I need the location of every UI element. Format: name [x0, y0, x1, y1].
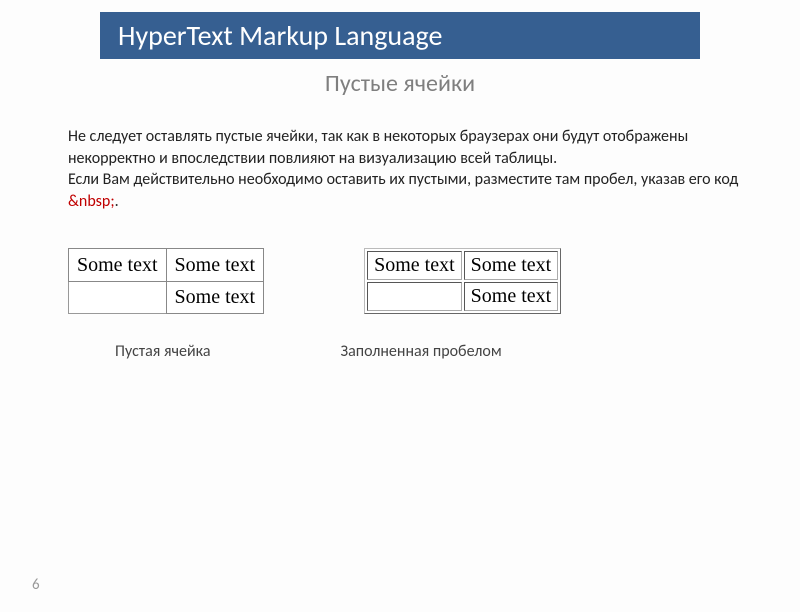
paragraph-line1: Не следует оставлять пустые ячейки, так …	[68, 127, 688, 168]
cell: Some text	[464, 251, 559, 280]
caption-left: Пустая ячейка	[115, 342, 211, 361]
slide-subtitle: Пустые ячейки	[0, 69, 800, 98]
cell: Some text	[69, 249, 167, 282]
header-title: HyperText Markup Language	[118, 18, 442, 53]
table-row: Some text	[69, 281, 264, 314]
cell-nbsp	[367, 282, 462, 311]
paragraph-line2a: Если Вам действительно необходимо остави…	[68, 170, 738, 189]
table-row: Some text Some text	[367, 251, 558, 280]
tables-row: Some text Some text Some text Some text …	[68, 248, 800, 314]
slide-header: HyperText Markup Language	[100, 12, 700, 59]
table-nbsp-cell: Some text Some text Some text	[364, 248, 561, 314]
captions: Пустая ячейка Заполненная пробелом	[0, 342, 800, 361]
paragraph: Не следует оставлять пустые ячейки, так …	[68, 126, 740, 212]
cell-empty	[69, 281, 167, 314]
cell: Some text	[367, 251, 462, 280]
cell: Some text	[464, 282, 559, 311]
cell: Some text	[166, 249, 264, 282]
page-number: 6	[32, 576, 40, 594]
table-row: Some text	[367, 282, 558, 311]
table-empty-cell: Some text Some text Some text	[68, 248, 264, 314]
nbsp-code: &nbsp;	[68, 192, 115, 211]
paragraph-line2b: .	[115, 192, 119, 211]
table-row: Some text Some text	[69, 249, 264, 282]
caption-right: Заполненная пробелом	[341, 342, 502, 361]
cell: Some text	[166, 281, 264, 314]
